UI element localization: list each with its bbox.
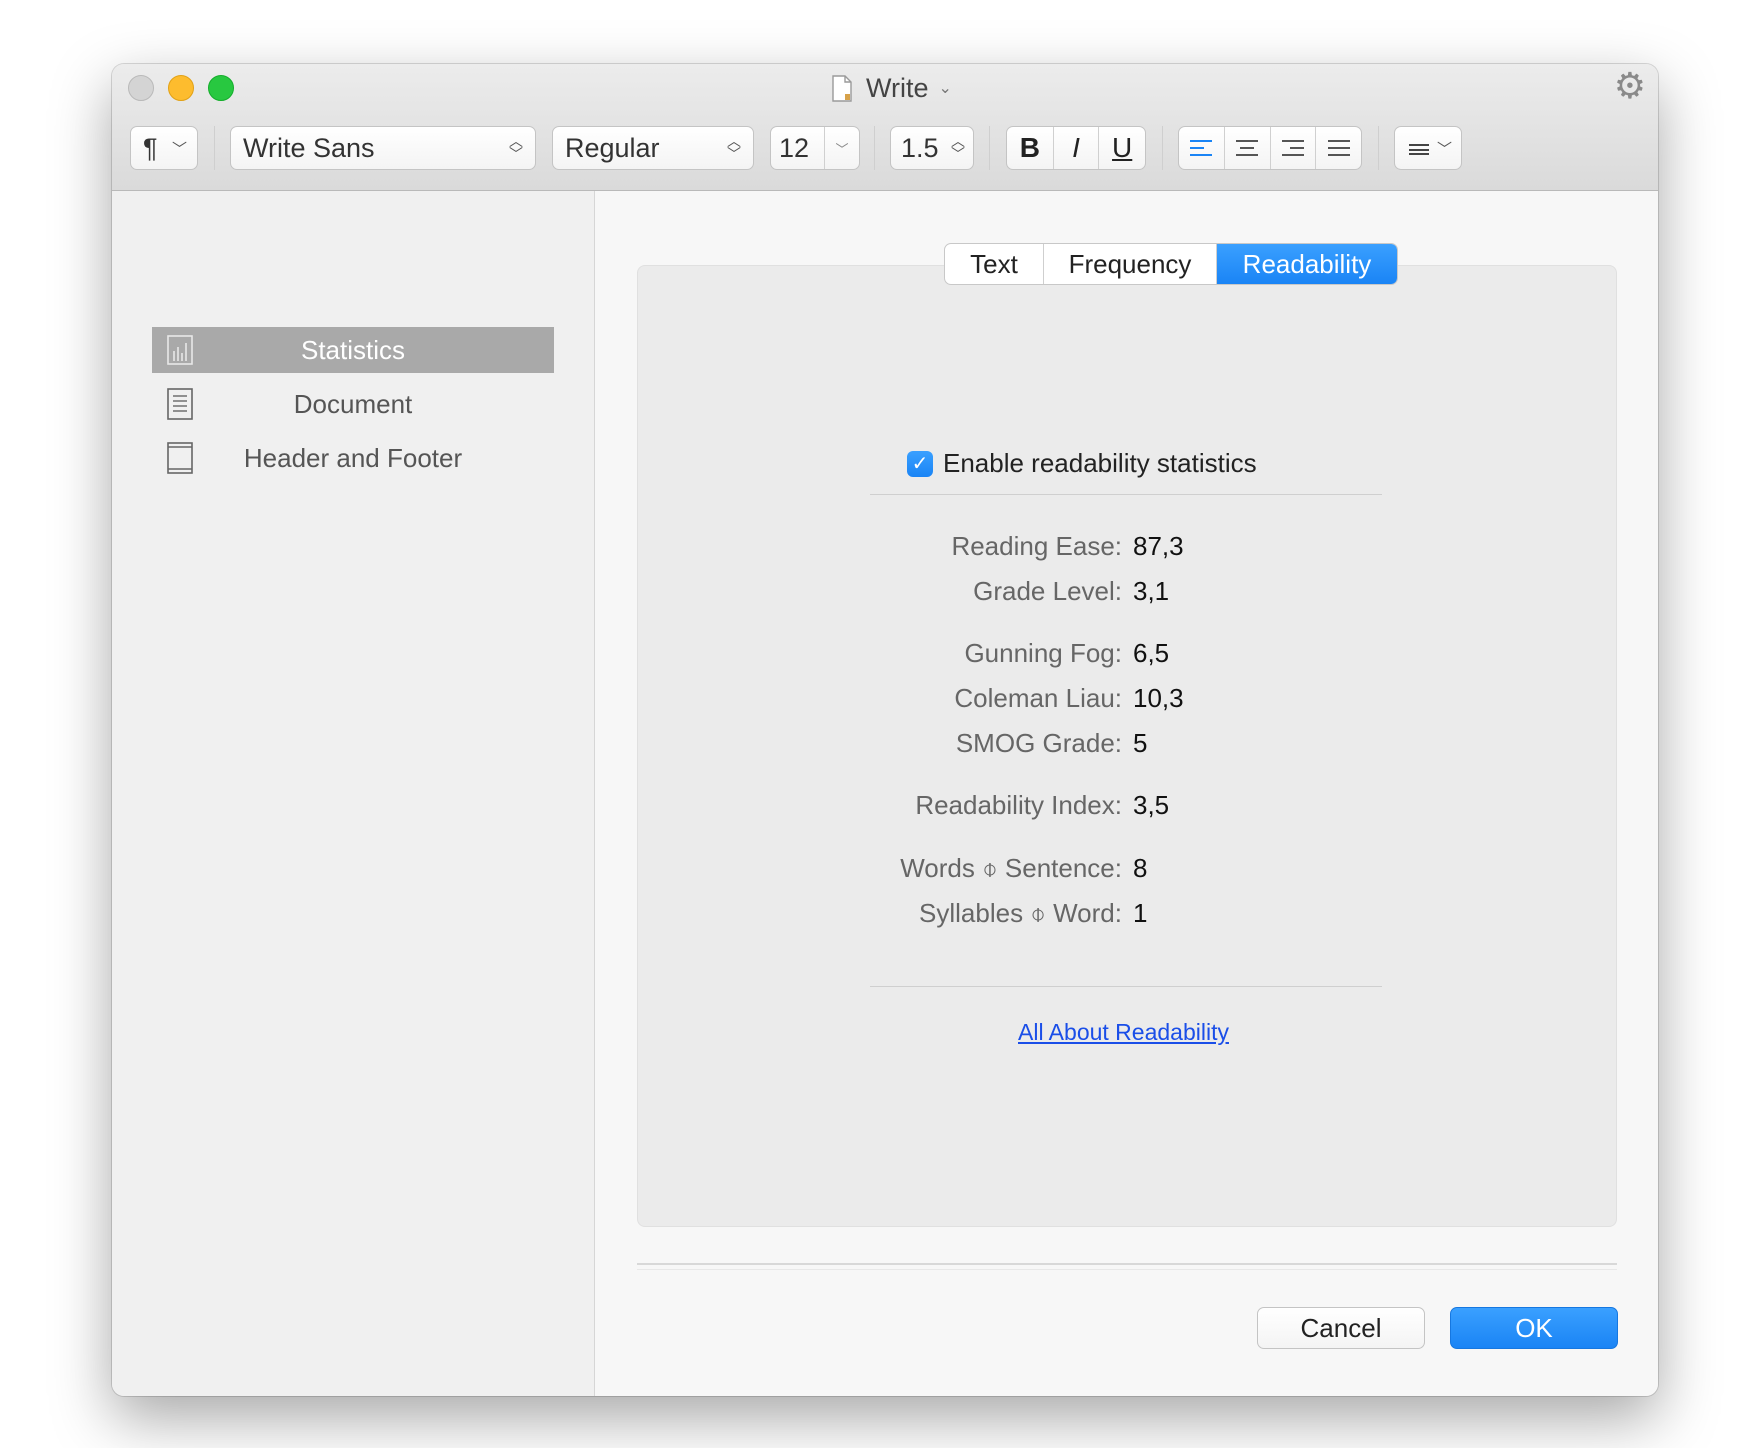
align-left-icon (1190, 140, 1213, 156)
separator (870, 986, 1382, 987)
paragraph-style-popup[interactable]: ¶ ﹀ (130, 126, 198, 170)
stat-value-coleman-liau: 10,3 (1133, 683, 1184, 713)
align-justify-icon (1327, 140, 1350, 156)
cancel-button[interactable]: Cancel (1257, 1307, 1425, 1349)
sidebar-item-label: Statistics (300, 334, 406, 365)
chevron-down-icon: ﹀ (171, 140, 187, 158)
stat-label-words-per-sentence: Words ⌽ Sentence: (900, 853, 1122, 883)
stat-value-words-per-sentence: 8 (1133, 853, 1148, 883)
chevron-down-icon: ﹀ (1437, 140, 1453, 158)
up-down-arrows-icon: ︿ ﹀ (727, 133, 741, 162)
line-spacing-popup[interactable]: 1.5 ︿ ﹀ (890, 126, 974, 170)
document-icon (832, 74, 852, 102)
align-right-button[interactable] (1271, 127, 1317, 169)
enable-readability-row[interactable]: ✓ Enable readability statistics (907, 448, 1257, 479)
stat-label-smog-grade: SMOG Grade: (955, 728, 1122, 758)
page-icon (166, 441, 194, 475)
stat-label-gunning-fog: Gunning Fog: (964, 638, 1122, 668)
separator (870, 494, 1382, 495)
ok-button[interactable]: OK (1450, 1307, 1618, 1349)
paragraph-icon: ¶ (143, 132, 158, 163)
bar-chart-icon (166, 333, 194, 367)
up-down-arrows-icon: ︿ ﹀ (509, 133, 523, 162)
chevron-down-icon: ⌄ (938, 80, 952, 97)
tab-readability[interactable]: Readability (1217, 244, 1397, 284)
toolbar-divider (874, 126, 875, 170)
font-style-value: Regular (565, 132, 660, 163)
align-center-button[interactable] (1225, 127, 1271, 169)
window-title[interactable]: Write ⌄ (832, 70, 952, 106)
toolbar-divider (1162, 126, 1163, 170)
italic-button[interactable]: I (1054, 127, 1100, 169)
tab-text[interactable]: Text (945, 244, 1044, 284)
divider (637, 1263, 1617, 1270)
window-title-text: Write (866, 72, 929, 103)
stat-value-smog-grade: 5 (1133, 728, 1148, 758)
list-icon (1409, 141, 1429, 155)
toolbar-divider (214, 126, 215, 170)
sidebar-item-label: Document (293, 388, 413, 419)
zoom-button[interactable] (208, 75, 234, 101)
text-style-buttons: B I U (1006, 126, 1146, 170)
chevron-down-icon[interactable]: ﹀ (824, 127, 859, 169)
stat-label-coleman-liau: Coleman Liau: (954, 683, 1122, 713)
close-button[interactable] (128, 75, 154, 101)
sidebar-item-document[interactable]: Document (152, 381, 554, 427)
minimize-button[interactable] (168, 75, 194, 101)
sidebar-item-statistics[interactable]: Statistics (152, 327, 554, 373)
sidebar-item-label: Header and Footer (243, 442, 463, 473)
document-icon (166, 387, 194, 421)
all-about-readability-link[interactable]: All About Readability (1018, 1019, 1229, 1046)
sidebar: Statistics Document Header and Footer (112, 191, 595, 1396)
align-right-icon (1281, 140, 1304, 156)
underline-button[interactable]: U (1099, 127, 1145, 169)
font-size-value: 12 (779, 132, 810, 163)
stat-value-syllables-per-word: 1 (1133, 898, 1148, 928)
align-left-button[interactable] (1179, 127, 1225, 169)
enable-readability-checkbox[interactable]: ✓ (907, 450, 933, 477)
tab-panel: ✓ Enable readability statistics Reading … (637, 265, 1617, 1227)
stat-label-reading-ease: Reading Ease: (951, 531, 1122, 561)
enable-readability-label: Enable readability statistics (943, 448, 1257, 478)
gear-icon[interactable]: ⚙ (1614, 68, 1646, 104)
line-spacing-value: 1.5 (901, 132, 939, 163)
tab-bar: Text Frequency Readability (944, 243, 1398, 285)
font-family-popup[interactable]: Write Sans ︿ ﹀ (230, 126, 536, 170)
stat-value-grade-level: 3,1 (1133, 576, 1170, 606)
stat-value-readability-index: 3,5 (1133, 790, 1170, 820)
stat-label-syllables-per-word: Syllables ⌽ Word: (919, 898, 1122, 928)
bold-button[interactable]: B (1007, 127, 1054, 169)
tab-frequency[interactable]: Frequency (1044, 244, 1217, 284)
up-down-arrows-icon: ︿ ﹀ (951, 133, 965, 162)
stat-value-reading-ease: 87,3 (1133, 531, 1184, 561)
stat-value-gunning-fog: 6,5 (1133, 638, 1170, 668)
stat-label-grade-level: Grade Level: (973, 576, 1122, 606)
alignment-buttons (1178, 126, 1362, 170)
sidebar-item-header-and-footer[interactable]: Header and Footer (152, 435, 554, 481)
stat-label-readability-index: Readability Index: (915, 790, 1122, 820)
align-center-icon (1236, 140, 1259, 156)
font-style-popup[interactable]: Regular ︿ ﹀ (552, 126, 754, 170)
align-justify-button[interactable] (1316, 127, 1361, 169)
toolbar-divider (1378, 126, 1379, 170)
toolbar-divider (989, 126, 990, 170)
font-family-value: Write Sans (243, 132, 375, 163)
font-size-combobox[interactable]: 12 ﹀ (770, 126, 860, 170)
content-area: ✓ Enable readability statistics Reading … (595, 191, 1658, 1396)
titlebar: Write ⌄ ⚙ ¶ ﹀ Write Sans ︿ ﹀ Regular ︿ ﹀ 1… (112, 64, 1658, 191)
preferences-window: Write ⌄ ⚙ ¶ ﹀ Write Sans ︿ ﹀ Regular ︿ ﹀ 1… (112, 64, 1658, 1396)
list-style-popup[interactable]: ﹀ (1394, 126, 1462, 170)
